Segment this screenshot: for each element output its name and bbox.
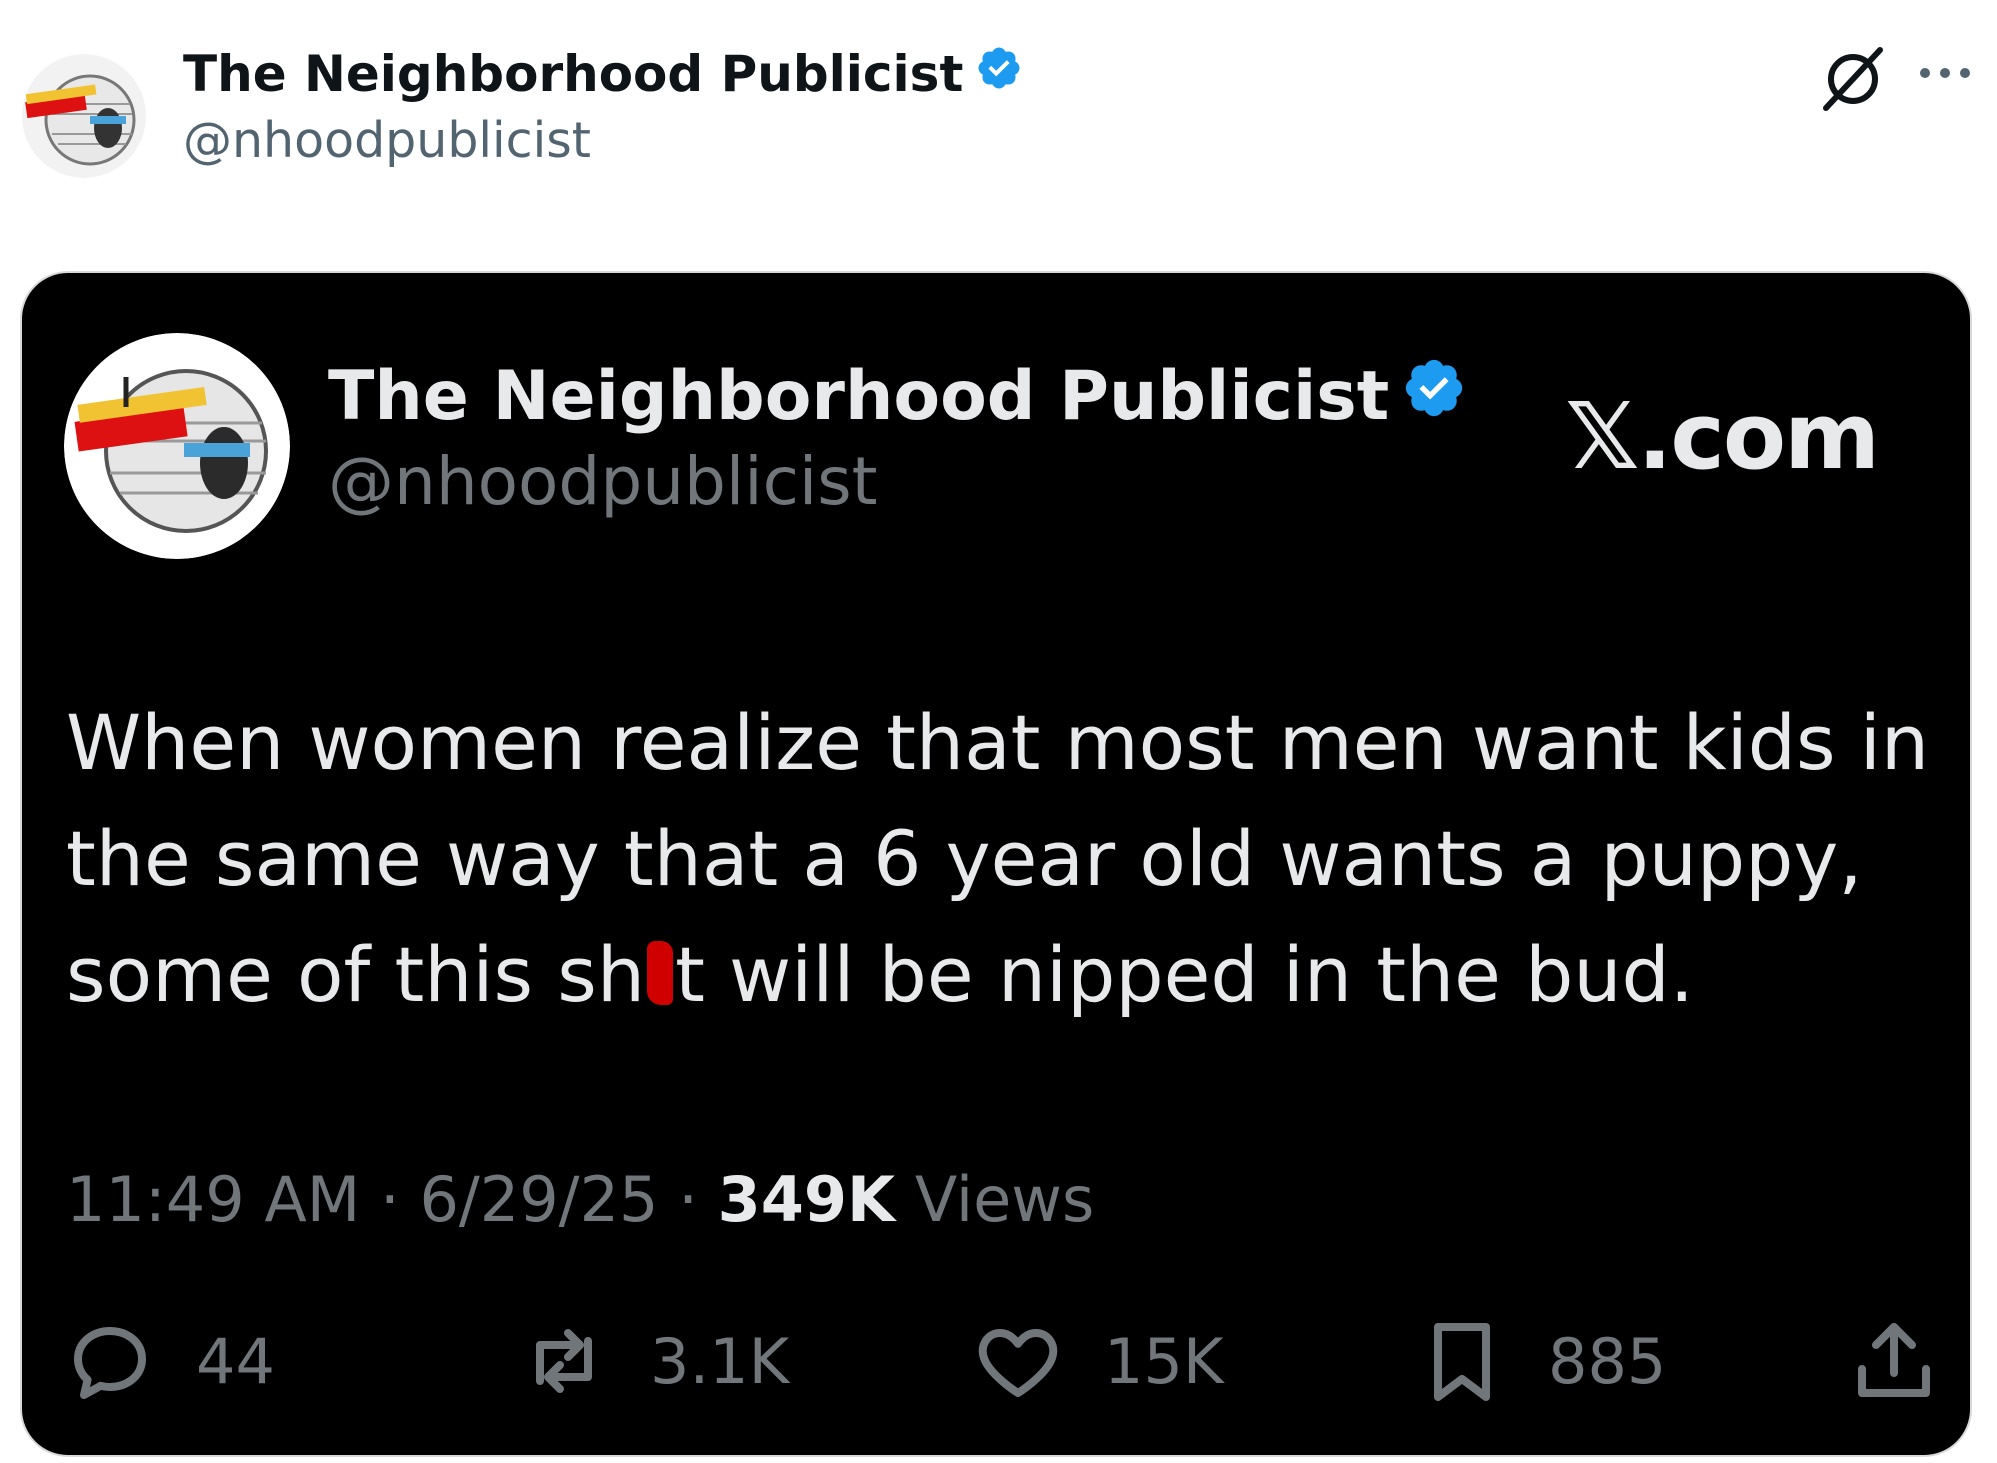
tweet-date[interactable]: 6/29/25 (419, 1163, 658, 1236)
embedded-author-name[interactable]: The Neighborhood Publicist (328, 355, 1467, 438)
embedded-author-handle[interactable]: @nhoodpublicist (328, 443, 878, 520)
tweet-time[interactable]: 11:49 AM (66, 1163, 360, 1236)
tweet-text-fragment: some of this sh (66, 930, 646, 1019)
meta-separator: · (678, 1163, 698, 1236)
author-name[interactable]: The Neighborhood Publicist (183, 44, 1023, 104)
tweet-text-line: some of this sh t will be nipped in the b… (66, 917, 1946, 1033)
repost-count: 3.1K (650, 1324, 790, 1398)
repost-button[interactable]: 3.1K (516, 1313, 789, 1409)
bookmark-count: 885 (1548, 1324, 1667, 1398)
tweet-text-fragment: t will be nipped in the bud. (675, 930, 1694, 1019)
tweet-text: When women realize that most men want ki… (66, 685, 1946, 1033)
verified-badge-icon (1401, 355, 1467, 438)
action-bar: 44 3.1K 15K 885 (62, 1313, 1942, 1423)
like-count: 15K (1104, 1324, 1224, 1398)
share-icon (1858, 1323, 1930, 1397)
author-avatar[interactable] (22, 54, 146, 178)
views-count: 349K (717, 1163, 896, 1236)
tweet-text-line: When women realize that most men want ki… (66, 698, 1930, 787)
x-brand-label: 𝕏.com (1565, 383, 1880, 490)
share-button[interactable] (1846, 1313, 1942, 1409)
embedded-tweet-card[interactable]: The Neighborhood Publicist @nhoodpublici… (20, 271, 1972, 1457)
meta-separator: · (380, 1163, 400, 1236)
views-label: Views (914, 1163, 1095, 1236)
bookmark-button[interactable]: 885 (1414, 1313, 1666, 1409)
reply-count: 44 (196, 1324, 275, 1398)
like-icon (978, 1329, 1058, 1397)
reply-button[interactable]: 44 (62, 1313, 275, 1409)
reply-icon (74, 1327, 146, 1399)
like-button[interactable]: 15K (970, 1313, 1224, 1409)
tweet-meta: 11:49 AM · 6/29/25 · 349K Views (66, 1163, 1094, 1236)
repost-icon (536, 1329, 592, 1393)
author-handle[interactable]: @nhoodpublicist (183, 112, 591, 169)
bookmark-icon (1434, 1323, 1490, 1401)
embedded-author-avatar[interactable] (64, 333, 290, 559)
tweet-text-line: the same way that a 6 year old wants a p… (66, 814, 1863, 903)
verified-badge-icon (975, 44, 1023, 104)
redaction-mark (647, 941, 674, 1005)
grok-icon[interactable] (1818, 44, 1888, 114)
more-icon[interactable] (1915, 58, 1975, 88)
